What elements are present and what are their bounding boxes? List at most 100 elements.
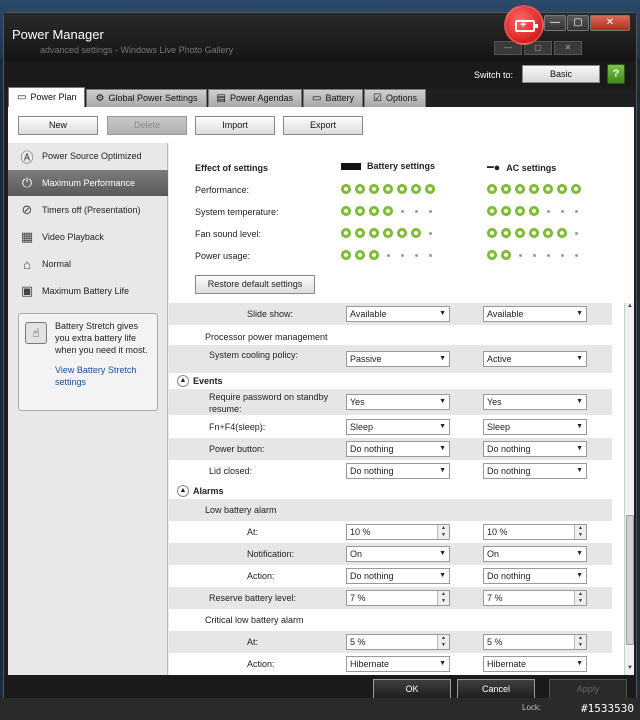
tab-options[interactable]: ☑ Options (363, 89, 426, 107)
spinner-arrows-icon[interactable]: ▲ ▼ (437, 525, 449, 539)
plan-maximum-battery-life[interactable]: ▣ Maximum Battery Life (8, 278, 168, 304)
low-notification-ac-select[interactable]: On (483, 546, 587, 562)
delete-plan-button[interactable]: Delete (107, 116, 187, 135)
effect-meter-ac (487, 250, 581, 260)
setting-row-cooling: System cooling policy: Passive Active (169, 345, 612, 373)
critical-action-ac-select[interactable]: Hibernate (483, 656, 587, 672)
maximize-button[interactable]: ▢ (567, 15, 589, 31)
meter-dot-on (341, 206, 351, 216)
events-section-header[interactable]: ▲ Events (177, 375, 223, 387)
plan-timers-off[interactable]: ⊘ Timers off (Presentation) (8, 197, 168, 223)
meter-dot-off (574, 209, 578, 213)
power-button-ac-select[interactable]: Do nothing (483, 441, 587, 457)
cancel-button[interactable]: Cancel (457, 679, 535, 699)
critical-action-battery-select[interactable]: Hibernate (346, 656, 450, 672)
slideshow-battery-select[interactable]: Available (346, 306, 450, 322)
import-plan-button[interactable]: Import (195, 116, 275, 135)
battery-settings-heading: Battery settings (341, 161, 435, 171)
spinner-arrows-icon[interactable]: ▲ ▼ (574, 525, 586, 539)
fnf4-ac-select[interactable]: Sleep (483, 419, 587, 435)
setting-row-low-at: At: 10 % ▲ ▼ 10 % ▲ ▼ (169, 521, 612, 543)
minimize-button[interactable]: — (544, 15, 566, 31)
effect-meter-ac (487, 184, 581, 194)
meter-dot-on (383, 184, 393, 194)
new-plan-button[interactable]: New (18, 116, 98, 135)
reserve-ac-spinner[interactable]: 7 % ▲ ▼ (483, 590, 587, 606)
lid-battery-select[interactable]: Do nothing (346, 463, 450, 479)
meter-dot-on (515, 206, 525, 216)
power-button-battery-select[interactable]: Do nothing (346, 441, 450, 457)
meter-dot-on (425, 184, 435, 194)
low-notification-battery-select[interactable]: On (346, 546, 450, 562)
spinner-arrows-icon[interactable]: ▲ ▼ (574, 635, 586, 649)
scroll-up-icon[interactable]: ▲ (625, 303, 635, 313)
ok-button[interactable]: OK (373, 679, 451, 699)
title-bar: Power Manager advanced settings - Window… (4, 5, 636, 61)
meter-dot-on (529, 228, 539, 238)
effects-panel: Effect of settings Battery settings ━● AC… (169, 143, 634, 303)
lid-ac-select[interactable]: Do nothing (483, 463, 587, 479)
alarms-section-header[interactable]: ▲ Alarms (177, 485, 224, 497)
setting-group-processor: Processor power management (205, 332, 328, 342)
tab-battery[interactable]: ▭ Battery (303, 89, 363, 107)
low-at-battery-spinner[interactable]: 10 % ▲ ▼ (346, 524, 450, 540)
gear-icon: ⚙ (95, 93, 105, 104)
battery-stretch-link[interactable]: View Battery Stretch settings (55, 364, 151, 388)
effect-meter-ac (487, 228, 581, 238)
low-action-battery-select[interactable]: Do nothing (346, 568, 450, 584)
fnf4-battery-select[interactable]: Sleep (346, 419, 450, 435)
tab-power-plan[interactable]: ▭ Power Plan (8, 87, 86, 107)
scrollbar-thumb[interactable] (626, 515, 634, 645)
power-plan-panel: New Delete Import Export Ⓐ Power Source O… (8, 107, 634, 675)
low-action-ac-select[interactable]: Do nothing (483, 568, 587, 584)
setting-group-critical-battery: Critical low battery alarm (205, 615, 304, 625)
critical-at-battery-spinner[interactable]: 5 % ▲ ▼ (346, 634, 450, 650)
meter-dot-on (397, 228, 407, 238)
battery-plug-icon: ▭ (17, 92, 27, 103)
meter-dot-off (414, 209, 418, 213)
spinner-arrows-icon[interactable]: ▲ ▼ (574, 591, 586, 605)
setting-row-slideshow: Slide show: Available Available (169, 303, 612, 325)
setting-row-password: Require password on standby resume: Yes … (169, 389, 612, 415)
power-icon: ⏻ (21, 175, 33, 190)
plan-normal[interactable]: ⌂ Normal (8, 251, 168, 277)
export-plan-button[interactable]: Export (283, 116, 363, 135)
reserve-battery-spinner[interactable]: 7 % ▲ ▼ (346, 590, 450, 606)
tab-bar: ▭ Power Plan ⚙ Global Power Settings ▤ Powe… (8, 87, 427, 107)
meter-dot-on (543, 228, 553, 238)
spinner-arrows-icon[interactable]: ▲ ▼ (437, 591, 449, 605)
effect-label-power: Power usage: (195, 251, 251, 261)
close-button[interactable]: ✕ (590, 15, 630, 31)
cooling-ac-select[interactable]: Active (483, 351, 587, 367)
collapse-icon: ▲ (177, 375, 189, 387)
window-title: Power Manager (12, 27, 104, 42)
password-battery-select[interactable]: Yes (346, 394, 450, 410)
low-at-ac-spinner[interactable]: 10 % ▲ ▼ (483, 524, 587, 540)
meter-dot-on (529, 206, 539, 216)
apply-button[interactable]: Apply (549, 679, 627, 699)
hand-touch-icon: ☝ (25, 322, 47, 344)
meter-dot-on (543, 184, 553, 194)
meter-dot-on (341, 250, 351, 260)
meter-dot-on (515, 228, 525, 238)
plan-maximum-performance[interactable]: ⏻ Maximum Performance (8, 170, 168, 196)
plan-power-source-optimized[interactable]: Ⓐ Power Source Optimized (8, 143, 168, 169)
critical-at-ac-spinner[interactable]: 5 % ▲ ▼ (483, 634, 587, 650)
tab-global-power-settings[interactable]: ⚙ Global Power Settings (86, 89, 207, 107)
spinner-arrows-icon[interactable]: ▲ ▼ (437, 635, 449, 649)
password-ac-select[interactable]: Yes (483, 394, 587, 410)
help-icon[interactable]: ? (607, 64, 625, 84)
film-icon: ▦ (20, 229, 34, 244)
switch-bar: Switch to: Basic ? (4, 61, 636, 89)
battery-logo-icon: + (504, 5, 544, 45)
cooling-battery-select[interactable]: Passive (346, 351, 450, 367)
tab-power-agendas[interactable]: ▤ Power Agendas (207, 89, 302, 107)
plan-video-playback[interactable]: ▦ Video Playback (8, 224, 168, 250)
settings-scrollbar[interactable]: ▲ ▼ (624, 303, 634, 675)
meter-dot-on (529, 184, 539, 194)
slideshow-ac-select[interactable]: Available (483, 306, 587, 322)
restore-defaults-button[interactable]: Restore default settings (195, 275, 315, 294)
taskbar-lock-label: Lock: (522, 703, 542, 712)
scroll-down-icon[interactable]: ▼ (625, 665, 635, 675)
basic-mode-button[interactable]: Basic (522, 65, 600, 83)
